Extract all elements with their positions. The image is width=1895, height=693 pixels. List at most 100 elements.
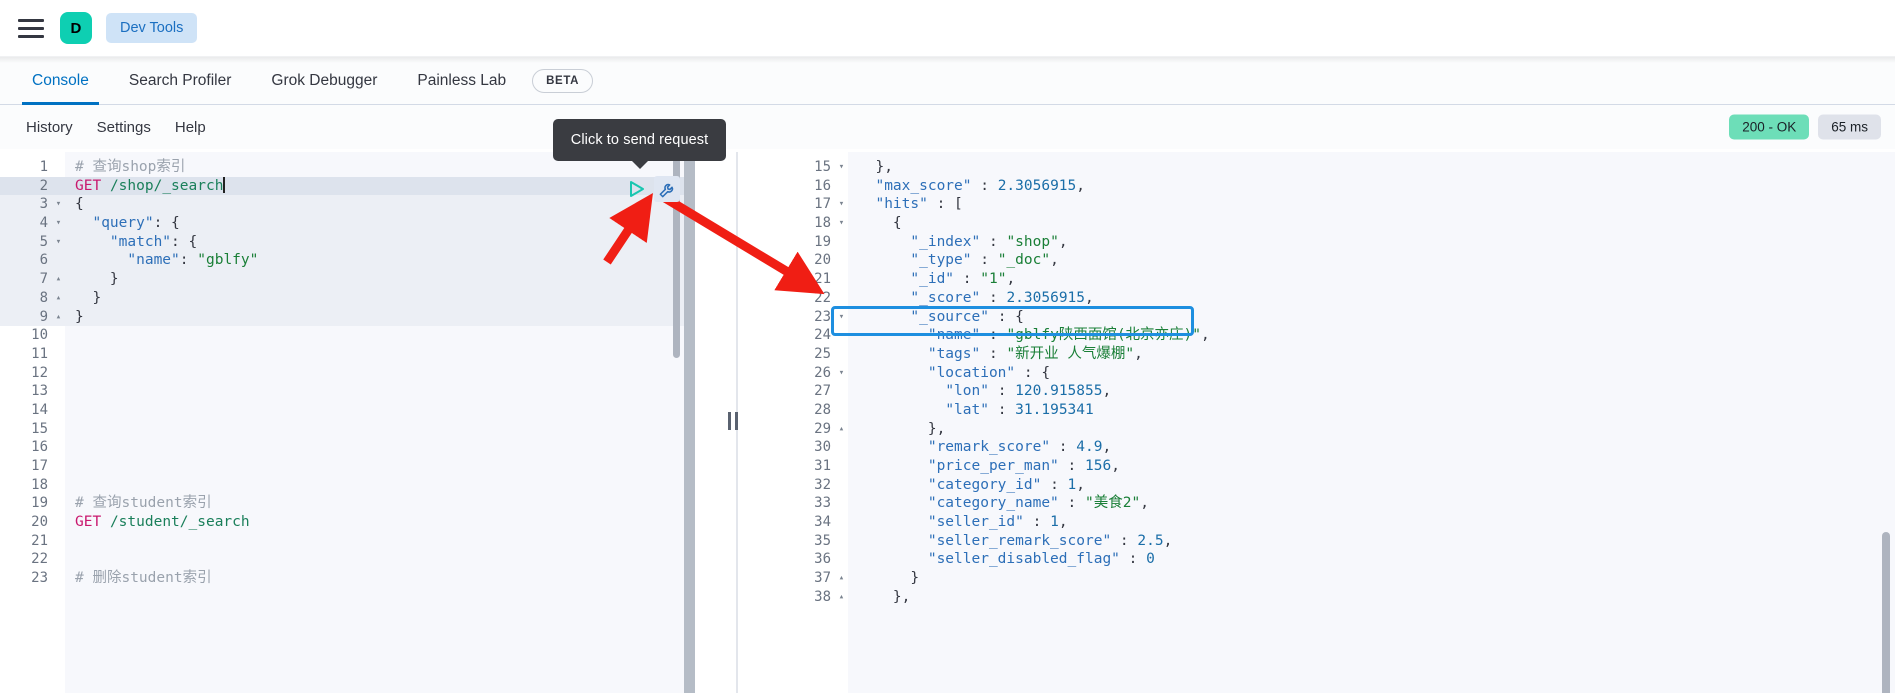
code-line[interactable]: 20 GET /student/_search: [0, 513, 684, 532]
pane-splitter[interactable]: [684, 152, 781, 693]
code-line: 29 ▴ },: [781, 420, 1895, 439]
code-text: "category_name" : "美食2",: [927, 495, 1149, 512]
grip-bar: [727, 412, 731, 430]
response-status-group: 200 - OK 65 ms: [1729, 114, 1881, 140]
code-line: 24 "name" : "gblfy陕西面馆(北京亦庄)",: [781, 326, 1895, 345]
fold-toggle-icon[interactable]: ▴: [835, 588, 848, 607]
code-text: "match": {: [109, 233, 198, 250]
line-number: 16: [814, 177, 831, 194]
response-viewer-pane[interactable]: 15 ▾ }, 16 "max_score" : 2.3056915, 17 ▾ "hi…: [781, 152, 1895, 693]
avatar[interactable]: D: [60, 12, 92, 44]
line-number: 25: [814, 345, 831, 362]
code-line[interactable]: 4 ▾ "query": {: [0, 214, 684, 233]
code-line[interactable]: 8 ▴ }: [0, 288, 684, 308]
line-number: 21: [31, 532, 48, 549]
fold-toggle-icon[interactable]: ▴: [52, 289, 65, 308]
fold-toggle-icon[interactable]: ▾: [835, 195, 848, 214]
fold-toggle-icon[interactable]: ▴: [52, 270, 65, 289]
code-text: },: [858, 420, 946, 437]
line-number: 38: [814, 588, 831, 605]
code-text: "name" : "gblfy陕西面馆(北京亦庄)",: [927, 327, 1210, 344]
line-number: 27: [814, 383, 831, 400]
hamburger-menu-icon[interactable]: [16, 13, 46, 43]
tab-search-profiler[interactable]: Search Profiler: [109, 57, 252, 105]
code-text: # 删除student索引: [75, 570, 212, 587]
request-code[interactable]: 1 # 查询shop索引 2 GET /shop/_search 3 ▾{4 ▾ "quer…: [0, 152, 684, 588]
code-line[interactable]: 18: [0, 476, 684, 495]
fold-toggle-icon[interactable]: ▾: [52, 195, 65, 214]
code-text: }: [75, 308, 84, 325]
status-badge: 200 - OK: [1729, 114, 1810, 140]
code-line[interactable]: 2 GET /shop/_search: [0, 176, 684, 196]
line-number: 18: [814, 215, 831, 232]
code-line[interactable]: 22: [0, 550, 684, 569]
console-toolbar: History Settings Help 200 - OK 65 ms: [0, 105, 1895, 149]
code-line[interactable]: 17: [0, 457, 684, 476]
code-text: "location" : {: [927, 364, 1051, 381]
code-line[interactable]: 6 "name": "gblfy": [0, 251, 684, 271]
line-number: 11: [31, 345, 48, 362]
line-number: 15: [814, 159, 831, 175]
fold-toggle-icon[interactable]: ▴: [52, 308, 65, 327]
fold-toggle-icon[interactable]: ▾: [835, 214, 848, 233]
code-text: }: [75, 271, 119, 288]
fold-toggle-icon[interactable]: ▾: [52, 233, 65, 252]
wrench-icon[interactable]: [654, 176, 680, 202]
code-line[interactable]: 9 ▴}: [0, 307, 684, 327]
fold-toggle-icon[interactable]: ▾: [835, 308, 848, 327]
splitter-left-edge: [684, 152, 695, 693]
code-line[interactable]: 3 ▾ {: [0, 195, 684, 215]
fold-toggle-icon[interactable]: ▾: [52, 214, 65, 233]
code-line[interactable]: 19 # 查询student索引: [0, 494, 684, 513]
code-line[interactable]: 14: [0, 401, 684, 420]
line-number: 9: [39, 308, 48, 325]
fold-toggle-icon[interactable]: ▴: [835, 420, 848, 439]
response-scrollbar[interactable]: [1882, 532, 1890, 693]
code-text: "name": "gblfy": [127, 252, 259, 269]
tab-painless-lab[interactable]: Painless Lab: [397, 57, 526, 105]
code-line[interactable]: 7 ▴ }: [0, 270, 684, 289]
line-number: 32: [814, 476, 831, 493]
fold-toggle-icon[interactable]: ▴: [835, 569, 848, 588]
code-line: 36 "seller_disabled_flag" : 0: [781, 550, 1895, 569]
code-line[interactable]: 11: [0, 345, 684, 364]
breadcrumb-dev-tools[interactable]: Dev Tools: [106, 13, 198, 43]
code-line[interactable]: 12: [0, 364, 684, 383]
splitter-grip-icon[interactable]: [727, 412, 738, 430]
request-editor-pane[interactable]: 1 # 查询shop索引 2 GET /shop/_search 3 ▾{4 ▾ "quer…: [0, 152, 684, 693]
line-number: 8: [39, 289, 48, 306]
code-line[interactable]: 15: [0, 420, 684, 439]
code-line[interactable]: 21: [0, 532, 684, 551]
line-number: 34: [814, 514, 831, 531]
code-line[interactable]: 23 # 删除student索引: [0, 569, 684, 588]
line-number: 5: [39, 233, 48, 250]
line-number: 37: [814, 570, 831, 587]
settings-button[interactable]: Settings: [85, 119, 163, 136]
code-line[interactable]: 16: [0, 438, 684, 457]
tab-grok-debugger[interactable]: Grok Debugger: [251, 57, 397, 105]
code-line[interactable]: 10: [0, 326, 684, 345]
line-number: 35: [814, 532, 831, 549]
fold-toggle-icon[interactable]: ▾: [835, 158, 848, 177]
history-button[interactable]: History: [14, 119, 85, 136]
code-line: 26 ▾ "location" : {: [781, 364, 1895, 383]
tab-console[interactable]: Console: [12, 57, 109, 105]
fold-toggle-icon[interactable]: ▾: [835, 364, 848, 383]
code-line: 19 "_index" : "shop",: [781, 233, 1895, 252]
help-button[interactable]: Help: [163, 119, 218, 136]
line-number: 2: [39, 177, 48, 194]
hamburger-bar: [18, 26, 44, 30]
play-triangle-icon[interactable]: [626, 179, 646, 199]
code-line[interactable]: 13: [0, 382, 684, 401]
code-text: "seller_disabled_flag" : 0: [927, 551, 1155, 568]
code-line: 33 "category_name" : "美食2",: [781, 494, 1895, 513]
line-number: 36: [814, 551, 831, 568]
code-line[interactable]: 5 ▾ "match": {: [0, 232, 684, 252]
code-text: "_score" : 2.3056915,: [910, 289, 1094, 306]
tab-label: Grok Debugger: [271, 71, 378, 89]
dev-tools-console-page: D Dev Tools Console Search Profiler Grok…: [0, 0, 1895, 693]
code-text: "lon" : 120.915855,: [945, 383, 1112, 400]
code-text: },: [858, 588, 911, 605]
line-number: 17: [31, 458, 48, 474]
request-action-icons: [626, 176, 680, 202]
